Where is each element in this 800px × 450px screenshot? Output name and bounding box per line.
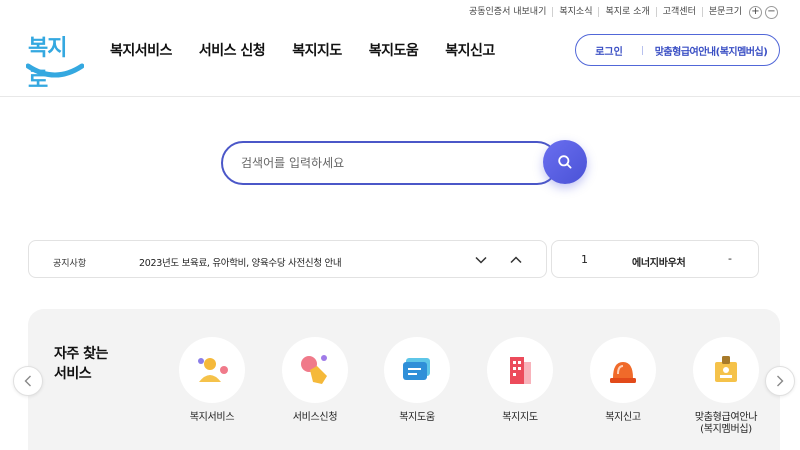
service-label: 복지도움 <box>399 412 435 423</box>
service-icon-circle <box>384 337 450 403</box>
title-line-1: 자주 찾는 <box>54 346 108 362</box>
map-building-icon <box>510 357 531 384</box>
nav-welfare-map[interactable]: 복지지도 <box>292 40 342 60</box>
logo-smile-icon <box>26 63 84 78</box>
search-button[interactable] <box>543 140 587 184</box>
frequent-services-title: 자주 찾는 서비스 <box>54 344 108 384</box>
service-icon-circle <box>590 337 656 403</box>
about-link[interactable]: 복지로 소개 <box>598 7 655 17</box>
service-label: 서비스신청 <box>292 412 338 423</box>
welfare-news-link[interactable]: 복지소식 <box>552 7 598 17</box>
chevron-left-icon <box>24 375 31 387</box>
login-button[interactable]: 로그인 <box>576 43 642 58</box>
label-line-1: 맞춤형급여안나 <box>694 412 758 423</box>
title-line-2: 서비스 <box>54 366 92 382</box>
custom-benefit-button[interactable]: 맞춤형급여안내(복지멤버십) <box>643 43 779 58</box>
service-label: 맞춤형급여안나 (복지멤버십) <box>676 412 776 436</box>
logo[interactable]: 복지로 <box>26 28 84 93</box>
chat-bubble-icon <box>403 358 430 380</box>
service-map[interactable]: 복지지도 <box>470 337 570 424</box>
chevron-down-icon <box>475 256 487 264</box>
carousel-prev-button[interactable] <box>13 366 43 396</box>
search-icon <box>558 155 572 169</box>
chevron-right-icon <box>777 375 784 387</box>
service-icon-circle <box>282 337 348 403</box>
service-welfare[interactable]: 복지서비스 <box>162 337 262 424</box>
search-box <box>221 141 559 185</box>
login-box: 로그인 맞춤형급여안내(복지멤버십) <box>575 34 780 66</box>
utility-bar: 공동인증서 내보내기 복지소식 복지로 소개 고객센터 본문크기 + − <box>463 5 778 19</box>
notice-link[interactable]: 2023년도 보육료, 유아학비, 양육수당 사전신청 안내 <box>139 255 342 269</box>
service-custom-benefit[interactable]: 맞춤형급여안나 (복지멤버십) <box>676 337 776 436</box>
energy-value: - <box>728 252 732 265</box>
cert-export-link[interactable]: 공동인증서 내보내기 <box>463 7 552 17</box>
service-icon-circle <box>179 337 245 403</box>
service-label: 복지신고 <box>605 412 641 423</box>
font-decrease-button[interactable]: − <box>765 5 778 19</box>
service-icon-circle <box>487 337 553 403</box>
hand-click-icon <box>301 355 327 384</box>
energy-voucher-label: 에너지바우처 <box>632 258 686 269</box>
customer-center-link[interactable]: 고객센터 <box>655 7 702 17</box>
chevron-up-icon <box>510 256 522 264</box>
main-nav: 복지서비스 서비스 신청 복지지도 복지도움 복지신고 <box>110 40 522 60</box>
nav-welfare-help[interactable]: 복지도움 <box>369 40 419 60</box>
nav-welfare-service[interactable]: 복지서비스 <box>110 40 172 60</box>
label-line-2: (복지멤버십) <box>700 424 752 435</box>
service-help[interactable]: 복지도움 <box>367 337 467 424</box>
notice-next-button[interactable] <box>473 252 489 268</box>
energy-index: 1 <box>581 253 588 266</box>
nav-service-apply[interactable]: 서비스 신청 <box>199 40 266 60</box>
service-label: 복지서비스 <box>189 412 235 423</box>
service-label: 복지지도 <box>502 412 538 423</box>
id-card-icon <box>715 356 737 382</box>
font-increase-button[interactable]: + <box>749 5 762 19</box>
person-icon <box>198 358 228 382</box>
font-size-label: 본문크기 <box>701 7 746 17</box>
energy-voucher-box[interactable]: 1 에너지바우처 - <box>551 240 759 278</box>
notice-label: 공지사항 <box>53 259 87 269</box>
siren-icon <box>610 362 636 383</box>
service-apply[interactable]: 서비스신청 <box>265 337 365 424</box>
service-report[interactable]: 복지신고 <box>573 337 673 424</box>
service-icon-circle <box>693 337 759 403</box>
notice-prev-button[interactable] <box>508 252 524 268</box>
header-divider <box>0 96 800 97</box>
notice-bar: 공지사항 2023년도 보육료, 유아학비, 양육수당 사전신청 안내 <box>28 240 547 278</box>
nav-welfare-report[interactable]: 복지신고 <box>445 40 495 60</box>
search-input[interactable] <box>241 153 521 173</box>
